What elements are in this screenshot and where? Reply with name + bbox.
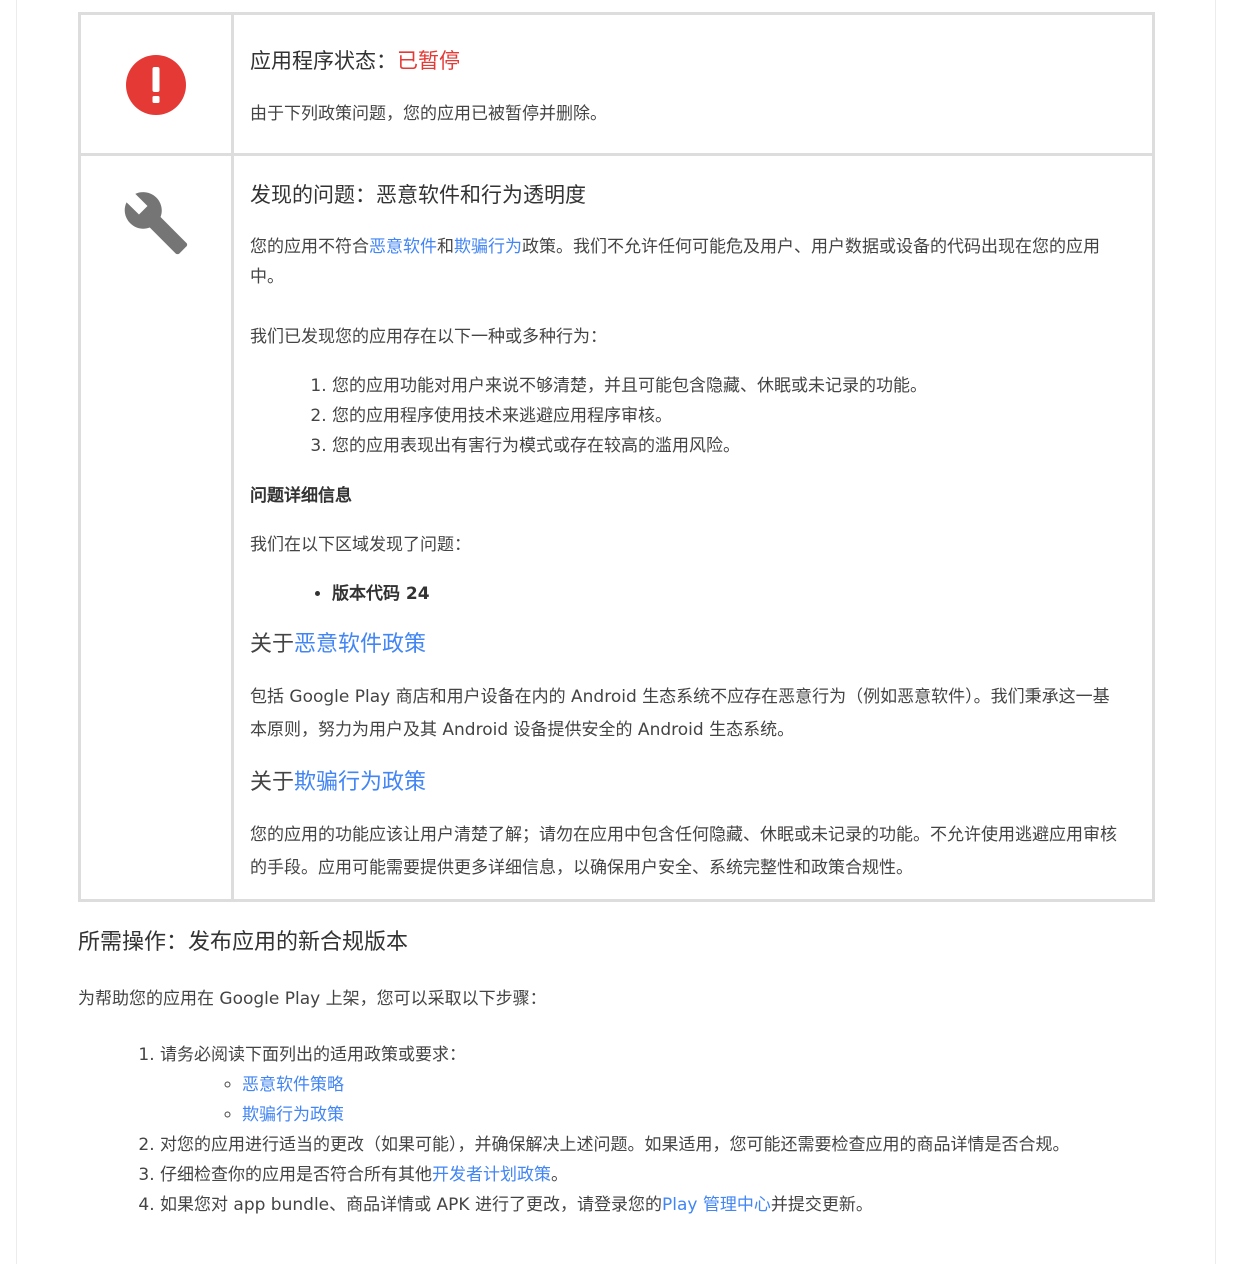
list-item: 您的应用程序使用技术来逃避应用程序审核。 — [332, 401, 1126, 431]
steps-list: 请务必阅读下面列出的适用政策或要求： 恶意软件策略 欺骗行为政策 对您的应用进行… — [78, 1040, 1155, 1220]
play-console-link[interactable]: Play 管理中心 — [662, 1195, 771, 1215]
status-icon-cell — [78, 12, 234, 156]
about-malware-heading: 关于恶意软件政策 — [250, 627, 1126, 663]
about-deceptive-heading: 关于欺骗行为政策 — [250, 765, 1126, 801]
deceptive-behavior-link[interactable]: 欺骗行为 — [454, 237, 522, 257]
about-malware-prefix: 关于 — [250, 632, 295, 657]
details-list: 版本代码 24 — [250, 579, 1126, 609]
malware-link[interactable]: 恶意软件 — [369, 237, 437, 257]
policy-links-list: 恶意软件策略 欺骗行为政策 — [160, 1070, 1155, 1130]
list-item: 您的应用功能对用户来说不够清楚，并且可能包含隐藏、休眠或未记录的功能。 — [332, 371, 1126, 401]
status-row: 应用程序状态：已暂停 由于下列政策问题，您的应用已被暂停并删除。 — [78, 12, 1155, 156]
step-4-text: 如果您对 app bundle、商品详情或 APK 进行了更改，请登录您的 — [160, 1195, 662, 1215]
policy-email-content: 应用程序状态：已暂停 由于下列政策问题，您的应用已被暂停并删除。 发现的问题：恶… — [78, 12, 1155, 1220]
malware-strategy-link[interactable]: 恶意软件策略 — [242, 1075, 344, 1095]
policy-table: 应用程序状态：已暂停 由于下列政策问题，您的应用已被暂停并删除。 发现的问题：恶… — [78, 12, 1155, 902]
status-description: 由于下列政策问题，您的应用已被暂停并删除。 — [250, 104, 607, 124]
developer-policy-link[interactable]: 开发者计划政策 — [432, 1165, 551, 1185]
deceptive-behavior-policy-link[interactable]: 欺骗行为政策 — [242, 1105, 344, 1125]
status-value: 已暂停 — [397, 49, 460, 73]
deceptive-policy-link[interactable]: 欺骗行为政策 — [294, 770, 426, 795]
wrench-icon — [124, 192, 188, 255]
version-code-item: 版本代码 24 — [332, 579, 1126, 609]
step-item: 如果您对 app bundle、商品详情或 APK 进行了更改，请登录您的Pla… — [160, 1190, 1155, 1220]
step-4-suffix: 并提交更新。 — [770, 1195, 873, 1215]
list-item: 您的应用表现出有害行为模式或存在较高的滥用风险。 — [332, 431, 1126, 461]
behaviors-list: 您的应用功能对用户来说不够清楚，并且可能包含隐藏、休眠或未记录的功能。 您的应用… — [250, 371, 1126, 461]
details-intro: 我们在以下区域发现了问题： — [250, 535, 471, 555]
issue-desc-text-1: 您的应用不符合 — [250, 237, 369, 257]
list-item: 欺骗行为政策 — [242, 1100, 1155, 1130]
step-3-suffix: 。 — [551, 1165, 568, 1185]
step-1-text: 请务必阅读下面列出的适用政策或要求： — [160, 1045, 466, 1065]
about-malware-body: 包括 Google Play 商店和用户设备在内的 Android 生态系统不应… — [250, 687, 1110, 740]
step-3-text: 仔细检查你的应用是否符合所有其他 — [160, 1165, 432, 1185]
required-action-heading: 所需操作：发布应用的新合规版本 — [78, 930, 409, 955]
issue-row: 发现的问题：恶意软件和行为透明度 您的应用不符合恶意软件和欺骗行为政策。我们不允… — [78, 153, 1155, 902]
malware-policy-link[interactable]: 恶意软件政策 — [294, 632, 426, 657]
status-label: 应用程序状态： — [250, 49, 397, 73]
issue-text-cell: 发现的问题：恶意软件和行为透明度 您的应用不符合恶意软件和欺骗行为政策。我们不允… — [231, 153, 1155, 902]
step-item: 请务必阅读下面列出的适用政策或要求： 恶意软件策略 欺骗行为政策 — [160, 1040, 1155, 1130]
step-item: 对您的应用进行适当的更改（如果可能），并确保解决上述问题。如果适用，您可能还需要… — [160, 1130, 1155, 1160]
required-action-intro: 为帮助您的应用在 Google Play 上架，您可以采取以下步骤： — [78, 989, 547, 1009]
step-item: 仔细检查你的应用是否符合所有其他开发者计划政策。 — [160, 1160, 1155, 1190]
status-text-cell: 应用程序状态：已暂停 由于下列政策问题，您的应用已被暂停并删除。 — [231, 12, 1155, 156]
about-deceptive-body: 您的应用的功能应该让用户清楚了解；请勿在应用中包含任何隐藏、休眠或未记录的功能。… — [250, 825, 1117, 878]
issue-desc-text-2: 和 — [437, 237, 454, 257]
issue-title: 发现的问题：恶意软件和行为透明度 — [250, 183, 586, 207]
status-title: 应用程序状态：已暂停 — [250, 44, 1126, 78]
issue-description: 您的应用不符合恶意软件和欺骗行为政策。我们不允许任何可能危及用户、用户数据或设备… — [250, 232, 1126, 292]
about-deceptive-prefix: 关于 — [250, 770, 295, 795]
list-item: 恶意软件策略 — [242, 1070, 1155, 1100]
details-heading: 问题详细信息 — [250, 486, 352, 506]
issue-icon-cell — [78, 153, 234, 902]
error-alert-icon — [126, 55, 186, 115]
behaviors-intro: 我们已发现您的应用存在以下一种或多种行为： — [250, 327, 607, 347]
